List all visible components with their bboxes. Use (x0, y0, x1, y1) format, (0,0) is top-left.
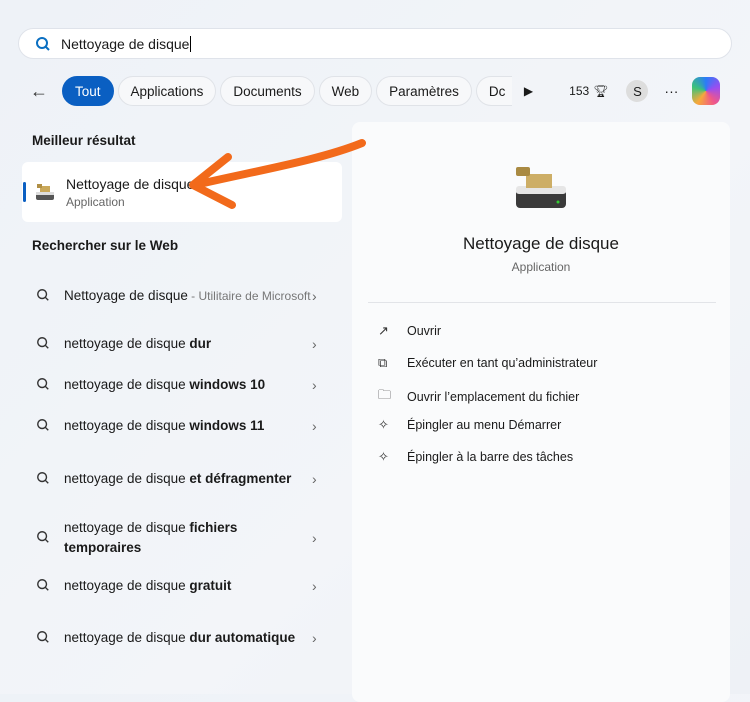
query-source: - Utilitaire de Microsoft (187, 289, 311, 303)
scroll-right-icon[interactable]: ▶ (524, 84, 533, 98)
chevron-right-icon[interactable]: › (312, 530, 342, 546)
web-search-text: nettoyage de disque fichiers temporaires (64, 518, 312, 558)
query-text: nettoyage de disque (64, 578, 190, 593)
tab-applications[interactable]: Applications (117, 76, 217, 106)
selection-indicator (23, 182, 26, 202)
action-label: Épingler à la barre des tâches (407, 450, 574, 464)
action-pin-start[interactable]: ✧ Épingler au menu Démarrer (378, 417, 561, 433)
web-search-item[interactable]: nettoyage de disque dur automatique › (22, 617, 342, 659)
action-open-file-location[interactable]: 🗀 Ouvrir l’emplacement du fichier (378, 386, 579, 408)
web-search-text: nettoyage de disque windows 10 (64, 375, 312, 395)
folder-icon: 🗀 (378, 387, 392, 402)
query-suggestion: windows 10 (189, 377, 266, 392)
tab-settings[interactable]: Paramètres (376, 76, 472, 106)
action-pin-taskbar[interactable]: ✧ Épingler à la barre des tâches (378, 449, 573, 465)
shield-window-icon: ⧉ (378, 355, 388, 370)
search-icon (22, 336, 64, 353)
query-text: nettoyage de disque (64, 630, 190, 645)
chevron-right-icon[interactable]: › (312, 630, 342, 646)
web-search-text: nettoyage de disque et défragmenter (64, 469, 312, 489)
chevron-right-icon[interactable]: › (312, 336, 342, 352)
best-result-item[interactable]: Nettoyage de disque Application (22, 162, 342, 222)
back-arrow-icon[interactable]: ← (30, 81, 58, 102)
web-search-item[interactable]: nettoyage de disque windows 11 › (22, 416, 342, 436)
web-search-item[interactable]: nettoyage de disque et défragmenter › (22, 458, 342, 500)
open-external-icon: ↗ (378, 323, 389, 338)
query-suggestion: dur (189, 336, 212, 351)
pin-icon: ✧ (378, 417, 389, 432)
search-icon (22, 288, 64, 305)
web-search-heading: Rechercher sur le Web (32, 238, 179, 253)
query-text: nettoyage de disque (64, 471, 190, 486)
web-search-item[interactable]: nettoyage de disque gratuit › (22, 576, 342, 596)
best-result-title: Nettoyage de disque (66, 175, 195, 192)
query-text: nettoyage de disque (64, 377, 190, 392)
search-icon (22, 530, 64, 547)
action-label: Épingler au menu Démarrer (407, 418, 562, 432)
search-icon (36, 36, 50, 51)
text-caret (190, 35, 192, 52)
query-suggestion: gratuit (189, 578, 232, 593)
rewards-points[interactable]: 153 🏆︎ (569, 84, 608, 98)
trophy-icon: 🏆︎ (593, 84, 609, 98)
web-search-text: nettoyage de disque dur automatique (64, 628, 312, 648)
chevron-right-icon[interactable]: › (312, 288, 342, 304)
best-result-heading: Meilleur résultat (32, 133, 136, 148)
search-icon (22, 471, 64, 488)
avatar[interactable]: S (626, 80, 649, 102)
preview-title: Nettoyage de disque (463, 234, 619, 253)
search-icon (22, 578, 64, 595)
action-label: Ouvrir l’emplacement du fichier (407, 390, 580, 404)
query-text: nettoyage de disque (64, 418, 190, 433)
pin-icon: ✧ (378, 449, 389, 464)
chevron-right-icon[interactable]: › (312, 471, 342, 487)
chevron-right-icon[interactable]: › (312, 578, 342, 594)
preview-subtitle: Application (511, 260, 571, 274)
chevron-right-icon[interactable]: › (312, 377, 342, 393)
search-icon (22, 630, 64, 647)
filter-bar: ← Tout Applications Documents Web Paramè… (30, 76, 740, 106)
web-search-item[interactable]: nettoyage de disque dur › (22, 334, 342, 354)
search-icon (22, 418, 64, 435)
web-search-item[interactable]: nettoyage de disque windows 10 › (22, 375, 342, 395)
query-suggestion: windows 11 (189, 418, 265, 433)
tab-truncated[interactable]: Dc (475, 76, 512, 106)
query-text: Nettoyage de disque (64, 288, 188, 303)
action-open[interactable]: ↗ Ouvrir (378, 323, 441, 339)
web-search-item[interactable]: Nettoyage de disque - Utilitaire de Micr… (22, 275, 342, 317)
web-search-text: nettoyage de disque windows 11 (64, 416, 312, 436)
web-search-text: Nettoyage de disque - Utilitaire de Micr… (64, 286, 312, 306)
tab-web[interactable]: Web (318, 76, 373, 106)
query-suggestion: dur automatique (189, 630, 296, 645)
preview-panel: Nettoyage de disque Application ↗ Ouvrir … (352, 122, 730, 702)
search-icon (22, 377, 64, 394)
web-search-text: nettoyage de disque dur (64, 334, 312, 354)
query-text: nettoyage de disque (64, 520, 190, 535)
web-search-text: nettoyage de disque gratuit (64, 576, 312, 596)
search-input[interactable]: Nettoyage de disque (61, 36, 189, 52)
web-search-item[interactable]: nettoyage de disque fichiers temporaires… (22, 517, 342, 559)
disk-cleanup-icon (36, 184, 54, 200)
chevron-right-icon[interactable]: › (312, 418, 342, 434)
divider (368, 302, 716, 303)
more-options-icon[interactable]: ··· (664, 83, 678, 99)
action-label: Exécuter en tant qu’administrateur (407, 356, 598, 370)
points-count: 153 (569, 84, 590, 98)
disk-cleanup-large-icon (516, 167, 566, 208)
tab-all[interactable]: Tout (62, 76, 114, 106)
query-text: nettoyage de disque (64, 336, 190, 351)
search-box[interactable]: Nettoyage de disque (18, 28, 732, 59)
copilot-icon[interactable] (692, 77, 721, 105)
action-run-as-admin[interactable]: ⧉ Exécuter en tant qu’administrateur (378, 355, 597, 371)
tab-documents[interactable]: Documents (220, 76, 315, 106)
action-label: Ouvrir (407, 324, 442, 338)
query-suggestion: et défragmenter (189, 471, 292, 486)
best-result-type: Application (66, 194, 125, 209)
